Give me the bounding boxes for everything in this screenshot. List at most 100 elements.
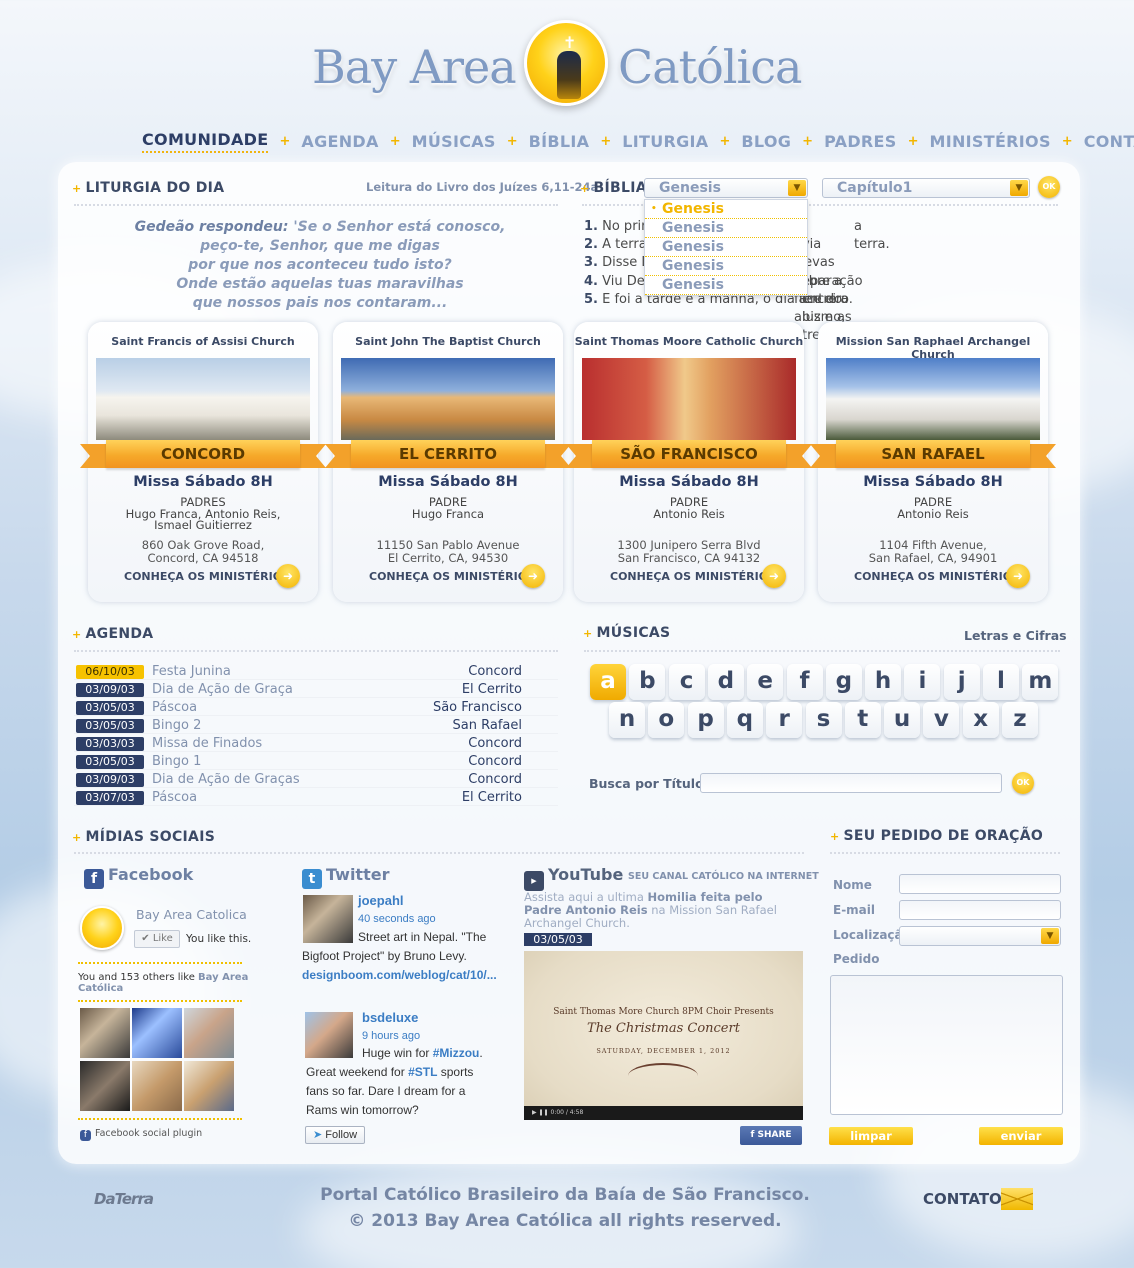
church-card[interactable]: Saint Francis of Assisi Church CONCORD Mis… [80,322,318,602]
letter-key-d[interactable]: d [707,664,744,700]
tweet-time[interactable]: 40 seconds ago [358,910,498,929]
agenda-row[interactable]: 03/07/03 Páscoa El Cerrito [74,790,558,806]
nav-item-8[interactable]: CONTATOS [1084,132,1134,151]
follow-button[interactable]: ➤ Follow [305,1126,365,1144]
facebook-plugin-credit[interactable]: f Facebook social plugin [80,1128,202,1141]
nav-item-5[interactable]: BLOG [741,132,791,151]
letter-key-b[interactable]: b [629,664,666,700]
letter-key-n[interactable]: n [609,702,645,738]
letter-key-o[interactable]: o [648,702,685,738]
agenda-row[interactable]: 03/09/03 Dia de Ação de Graças Concord [74,772,558,788]
nav-item-0[interactable]: COMUNIDADE [142,130,269,153]
bullet-icon: • [651,204,657,214]
agenda-row[interactable]: 03/09/03 Dia de Ação de Graça El Cerrito [74,682,558,698]
letter-key-f[interactable]: f [786,664,823,700]
video-title-line: Saint Thomas More Church 8PM Choir Prese… [553,1007,774,1017]
letter-key-g[interactable]: g [825,664,862,700]
book-option[interactable]: Genesis [645,257,807,276]
facebook-page-name[interactable]: Bay Area Catolica [136,907,247,922]
letter-key-v[interactable]: v [923,702,960,738]
letter-key-q[interactable]: q [726,702,763,738]
like-button[interactable]: ✔ Like [134,930,180,948]
nav-item-4[interactable]: LITURGIA [622,132,708,151]
fan-avatar[interactable] [184,1061,234,1111]
letter-key-l[interactable]: l [983,664,1019,700]
letter-key-x[interactable]: x [962,702,999,738]
fan-avatar[interactable] [184,1008,234,1058]
book-option[interactable]: Genesis [645,238,807,257]
localizacao-select[interactable]: ▼ [899,926,1061,946]
hashtag-link[interactable]: #STL [408,1065,437,1079]
tweet-link[interactable]: designboom.com/weblog/cat/10/... [302,968,497,982]
nav-item-7[interactable]: MINISTÉRIOS [929,132,1050,151]
ministerios-link[interactable]: CONHEÇA OS MINISTÉRIOS [854,570,1020,583]
music-search-input[interactable] [700,773,1002,793]
fan-avatar[interactable] [80,1061,130,1111]
letras-cifras-link[interactable]: Letras e Cifras [964,628,1067,643]
fan-avatar[interactable] [132,1061,182,1111]
letter-key-u[interactable]: u [884,702,921,738]
agenda-row[interactable]: 03/05/03 Bingo 2 San Rafael [74,718,558,734]
pedido-textarea[interactable] [830,975,1063,1115]
fan-avatar[interactable] [132,1008,182,1058]
letter-key-h[interactable]: h [865,664,902,700]
letter-key-t[interactable]: t [844,702,881,738]
letter-key-p[interactable]: p [687,702,724,738]
email-input[interactable] [899,900,1061,920]
arrow-right-icon[interactable]: ➜ [762,564,786,588]
book-select[interactable]: Genesis ▼ [644,178,808,198]
ministerios-link[interactable]: CONHEÇA OS MINISTÉRIOS [610,570,776,583]
limpar-button[interactable]: limpar [829,1127,913,1145]
church-card[interactable]: Saint John The Baptist Church EL CERRITO M… [325,322,563,602]
video-controls[interactable]: ▶ ❚❚ 0:00 / 4:58 [524,1106,803,1120]
agenda-row[interactable]: 03/05/03 Páscoa São Francisco [74,700,558,716]
biblia-ok-button[interactable]: OK [1038,176,1060,198]
site-logo[interactable]: Bay Area ✝ Católica [312,18,812,118]
twitter-title[interactable]: t Twitter [302,865,389,889]
nav-item-1[interactable]: AGENDA [301,132,378,151]
youtube-title[interactable]: ▶ YouTube [524,865,623,891]
page-avatar[interactable] [80,906,124,950]
music-search-ok-button[interactable]: OK [1012,772,1034,794]
hashtag-link[interactable]: #Mizzou [433,1046,480,1060]
church-card[interactable]: Mission San Raphael Archangel Church SAN … [810,322,1048,602]
envelope-icon[interactable] [1001,1188,1033,1210]
nav-item-2[interactable]: MÚSICAS [412,132,496,151]
tweet-user[interactable]: joepahl [358,891,498,910]
book-option[interactable]: • Genesis [645,200,807,219]
nav-item-6[interactable]: PADRES [824,132,897,151]
agenda-row[interactable]: 03/03/03 Missa de Finados Concord [74,736,558,752]
letter-key-z[interactable]: z [1002,702,1038,738]
letter-key-r[interactable]: r [766,702,803,738]
letter-key-c[interactable]: c [668,664,705,700]
book-option[interactable]: Genesis [645,276,807,295]
letter-key-i[interactable]: i [904,664,941,700]
ministerios-link[interactable]: CONHEÇA OS MINISTÉRIOS [369,570,535,583]
tweet-user[interactable]: bsdeluxe [362,1008,502,1027]
church-card[interactable]: Saint Thomas Moore Catholic Church SÃO FR… [566,322,804,602]
enviar-button[interactable]: enviar [979,1127,1063,1145]
video-player[interactable]: Saint Thomas More Church 8PM Choir Prese… [524,951,803,1120]
letter-key-e[interactable]: e [747,664,784,700]
arrow-right-icon[interactable]: ➜ [521,564,545,588]
nome-input[interactable] [899,874,1061,894]
letter-key-j[interactable]: j [943,664,980,700]
letter-key-m[interactable]: m [1022,664,1059,700]
share-button[interactable]: f SHARE [740,1126,802,1145]
letter-key-a[interactable]: a [590,664,626,700]
footer-contato-link[interactable]: CONTATO [923,1190,1002,1208]
book-option[interactable]: Genesis [645,219,807,238]
nav-item-3[interactable]: BÍBLIA [529,132,590,151]
ministerios-link[interactable]: CONHEÇA OS MINISTÉRIOS [124,570,290,583]
quote-line: 'Se o Senhor está conosco, [293,219,506,235]
daterra-credit-logo[interactable]: DaTerra [94,1190,154,1208]
arrow-right-icon[interactable]: ➜ [1006,564,1030,588]
fan-avatar[interactable] [80,1008,130,1058]
facebook-title[interactable]: f Facebook [84,865,193,889]
agenda-row[interactable]: 03/05/03 Bingo 1 Concord [74,754,558,770]
play-icon[interactable]: ▶ ❚❚ [532,1109,549,1116]
chapter-select[interactable]: Capítulo1 ▼ [822,178,1030,198]
arrow-right-icon[interactable]: ➜ [276,564,300,588]
agenda-row[interactable]: 06/10/03 Festa Junina Concord [74,664,558,680]
letter-key-s[interactable]: s [805,702,842,738]
